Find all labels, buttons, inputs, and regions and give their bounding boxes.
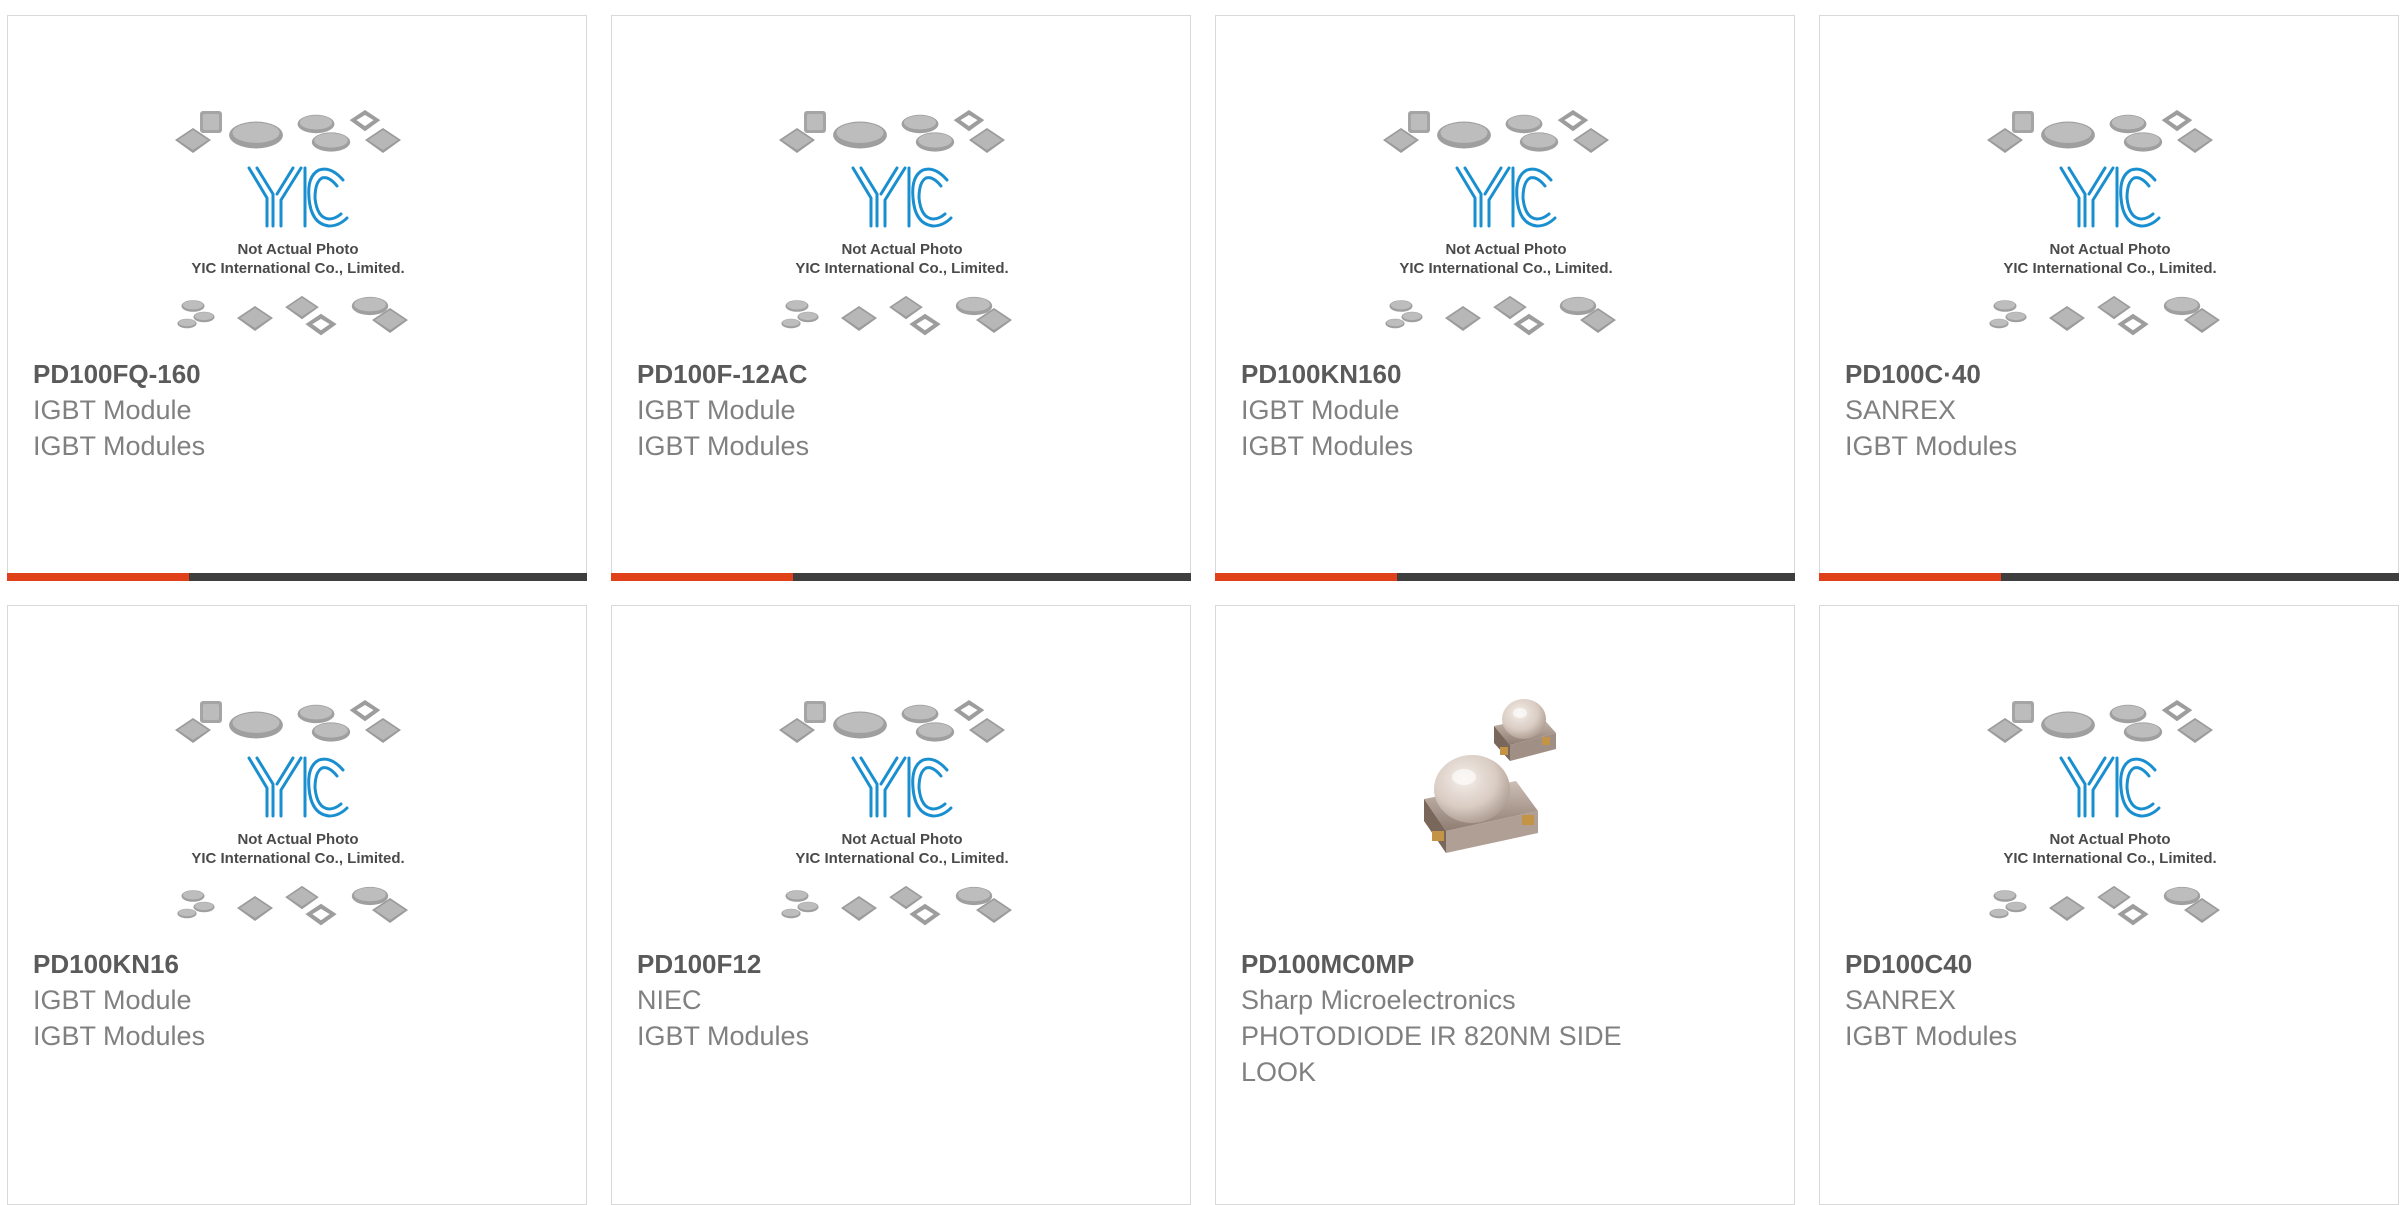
product-info: PD100FQ-160 IGBT Module IGBT Modules xyxy=(33,356,563,464)
description: IGBT Modules xyxy=(1845,1021,2018,1051)
manufacturer: IGBT Module xyxy=(33,985,192,1015)
card-bottom-bar xyxy=(611,573,1191,581)
chip-icons-top xyxy=(1987,699,2213,743)
chip-icons-bottom xyxy=(1989,295,2220,336)
part-number[interactable]: PD100FQ-160 xyxy=(33,356,563,392)
chip-icons-top xyxy=(175,109,401,153)
yic-logo xyxy=(2059,166,2161,228)
product-info: PD100C·40 SANREX IGBT Modules xyxy=(1845,356,2375,464)
product-card[interactable]: Not Actual Photo YIC International Co., … xyxy=(1215,15,1795,581)
manufacturer: IGBT Module xyxy=(637,395,796,425)
manufacturer: Sharp Microelectronics xyxy=(1241,985,1516,1015)
yic-logo xyxy=(2059,756,2161,818)
description: IGBT Modules xyxy=(33,431,206,461)
card-bottom-bar xyxy=(1215,573,1795,581)
placeholder-caption-line1: Not Actual Photo xyxy=(2049,831,2170,848)
manufacturer: IGBT Module xyxy=(1241,395,1400,425)
chip-icons-bottom xyxy=(1989,885,2220,926)
placeholder-image: Not Actual Photo YIC International Co., … xyxy=(1975,696,2245,936)
part-number[interactable]: PD100F-12AC xyxy=(637,356,1167,392)
photodiode-large xyxy=(1424,755,1538,853)
description: IGBT Modules xyxy=(33,1021,206,1051)
card-bottom-bar xyxy=(1819,573,2399,581)
chip-icons-top xyxy=(779,109,1005,153)
placeholder-caption-line2: YIC International Co., Limited. xyxy=(795,850,1008,867)
placeholder-caption-line2: YIC International Co., Limited. xyxy=(191,260,404,277)
placeholder-caption-line1: Not Actual Photo xyxy=(1445,241,1566,258)
placeholder-caption-line2: YIC International Co., Limited. xyxy=(1399,260,1612,277)
part-number[interactable]: PD100F12 xyxy=(637,946,1167,982)
placeholder-caption-line1: Not Actual Photo xyxy=(841,241,962,258)
yic-logo xyxy=(247,166,349,228)
description: PHOTODIODE IR 820NM SIDE LOOK xyxy=(1241,1021,1622,1087)
chip-icons-top xyxy=(1383,109,1609,153)
card-bar-accent xyxy=(1819,573,2001,581)
description: IGBT Modules xyxy=(1845,431,2018,461)
placeholder-caption-line1: Not Actual Photo xyxy=(237,241,358,258)
product-info: PD100MC0MP Sharp Microelectronics PHOTOD… xyxy=(1241,946,1771,1090)
placeholder-caption-line2: YIC International Co., Limited. xyxy=(2003,850,2216,867)
chip-icons-bottom xyxy=(781,885,1012,926)
photodiode-small xyxy=(1494,699,1556,761)
photodiode-photo xyxy=(1406,671,1606,881)
chip-icons-top xyxy=(1987,109,2213,153)
manufacturer: NIEC xyxy=(637,985,702,1015)
product-card[interactable]: Not Actual Photo YIC International Co., … xyxy=(1819,15,2399,581)
description: IGBT Modules xyxy=(637,431,810,461)
part-number[interactable]: PD100C·40 xyxy=(1845,356,2375,392)
product-grid: Not Actual Photo YIC International Co., … xyxy=(7,15,2400,1205)
placeholder-caption-line2: YIC International Co., Limited. xyxy=(191,850,404,867)
placeholder-caption-line1: Not Actual Photo xyxy=(841,831,962,848)
product-card[interactable]: Not Actual Photo YIC International Co., … xyxy=(1819,605,2399,1205)
chip-icons-bottom xyxy=(1385,295,1616,336)
manufacturer: SANREX xyxy=(1845,985,1957,1015)
yic-logo xyxy=(851,756,953,818)
product-card[interactable]: Not Actual Photo YIC International Co., … xyxy=(611,605,1191,1205)
yic-logo xyxy=(1455,166,1557,228)
placeholder-image: Not Actual Photo YIC International Co., … xyxy=(1975,106,2245,346)
manufacturer: IGBT Module xyxy=(33,395,192,425)
part-number[interactable]: PD100MC0MP xyxy=(1241,946,1771,982)
product-info: PD100F12 NIEC IGBT Modules xyxy=(637,946,1167,1054)
part-number[interactable]: PD100C40 xyxy=(1845,946,2375,982)
placeholder-image: Not Actual Photo YIC International Co., … xyxy=(163,106,433,346)
card-bottom-bar xyxy=(7,573,587,581)
placeholder-image: Not Actual Photo YIC International Co., … xyxy=(767,106,1037,346)
chip-icons-top xyxy=(175,699,401,743)
product-info: PD100C40 SANREX IGBT Modules xyxy=(1845,946,2375,1054)
chip-icons-top xyxy=(779,699,1005,743)
placeholder-image: Not Actual Photo YIC International Co., … xyxy=(767,696,1037,936)
chip-icons-bottom xyxy=(781,295,1012,336)
card-bar-accent xyxy=(1215,573,1397,581)
card-bar-accent xyxy=(7,573,189,581)
product-card[interactable]: Not Actual Photo YIC International Co., … xyxy=(7,605,587,1205)
placeholder-caption-line2: YIC International Co., Limited. xyxy=(2003,260,2216,277)
chip-icons-bottom xyxy=(177,295,408,336)
placeholder-caption-line1: Not Actual Photo xyxy=(2049,241,2170,258)
placeholder-caption-line1: Not Actual Photo xyxy=(237,831,358,848)
product-info: PD100KN16 IGBT Module IGBT Modules xyxy=(33,946,563,1054)
product-info: PD100F-12AC IGBT Module IGBT Modules xyxy=(637,356,1167,464)
part-number[interactable]: PD100KN16 xyxy=(33,946,563,982)
description: IGBT Modules xyxy=(637,1021,810,1051)
manufacturer: SANREX xyxy=(1845,395,1957,425)
placeholder-image: Not Actual Photo YIC International Co., … xyxy=(163,696,433,936)
description: IGBT Modules xyxy=(1241,431,1414,461)
card-bar-accent xyxy=(611,573,793,581)
chip-icons-bottom xyxy=(177,885,408,926)
product-card[interactable]: PD100MC0MP Sharp Microelectronics PHOTOD… xyxy=(1215,605,1795,1205)
product-card[interactable]: Not Actual Photo YIC International Co., … xyxy=(611,15,1191,581)
product-info: PD100KN160 IGBT Module IGBT Modules xyxy=(1241,356,1771,464)
placeholder-image: Not Actual Photo YIC International Co., … xyxy=(1371,106,1641,346)
yic-logo xyxy=(247,756,349,818)
placeholder-caption-line2: YIC International Co., Limited. xyxy=(795,260,1008,277)
product-card[interactable]: Not Actual Photo YIC International Co., … xyxy=(7,15,587,581)
part-number[interactable]: PD100KN160 xyxy=(1241,356,1771,392)
yic-logo xyxy=(851,166,953,228)
